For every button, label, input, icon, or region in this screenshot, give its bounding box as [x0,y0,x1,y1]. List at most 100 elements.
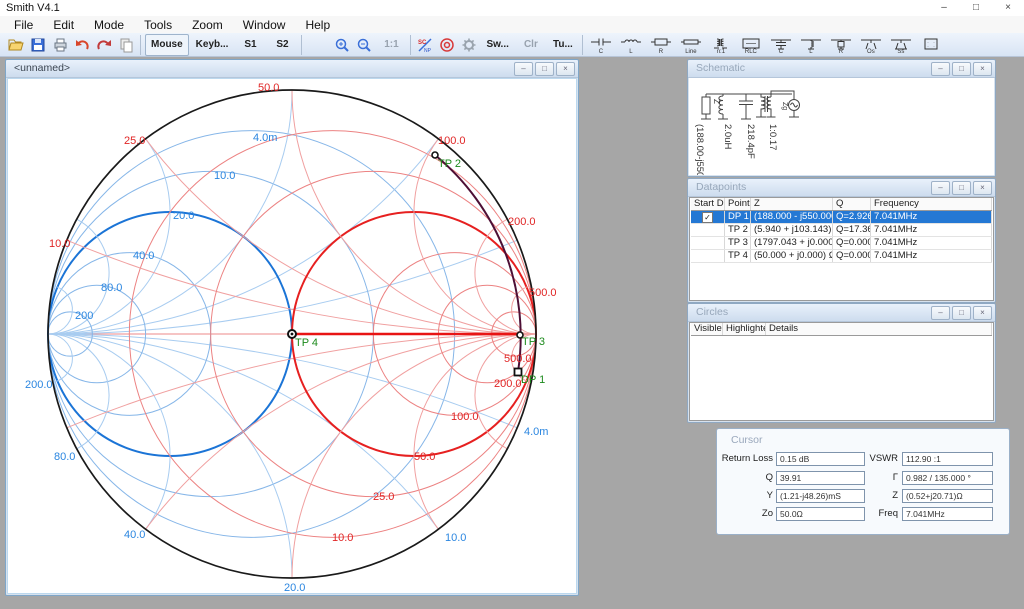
load-symbol[interactable] [702,97,710,114]
grid-label-imp: 25.0 [373,491,394,503]
menu-window[interactable]: Window [233,16,296,33]
datapoints-close-button[interactable]: × [973,181,992,195]
circles-minimize-button[interactable]: – [931,306,950,320]
copy-button[interactable] [116,35,136,55]
save-button[interactable] [28,35,48,55]
table-row[interactable]: TP 2(5.940 + j103.143) ΩQ=17.3657.041MHz [691,224,992,237]
zoom-out-button[interactable] [354,35,374,55]
minimize-button[interactable]: – [928,0,960,16]
grid-label-imp: 100.0 [438,135,466,147]
column-header-start-dp[interactable]: Start DP [691,198,725,210]
cursor-value-z[interactable]: (0.52+j20.71)Ω [902,489,993,503]
menu-tools[interactable]: Tools [134,16,182,33]
chart-window-titlebar[interactable]: <unnamed> –□× [6,60,578,78]
save-icon [30,37,47,53]
component-button-c[interactable]: C [589,34,613,56]
component-button-ss[interactable]: Ss [889,34,913,56]
cursor-value-q[interactable]: 39.91 [776,471,865,485]
cursor-label-y: Y [719,490,773,501]
zoom-out-icon [356,37,373,53]
start-dp-cell[interactable] [691,250,725,262]
start-dp-cell[interactable] [691,224,725,236]
print-button[interactable] [50,35,70,55]
shunt-capacitor-symbol[interactable] [739,94,753,119]
component-button-rlc[interactable]: RLC [739,34,763,56]
menu-zoom[interactable]: Zoom [182,16,233,33]
mode-button-mouse[interactable]: Mouse [145,34,189,56]
column-header-details[interactable]: Details [766,323,992,335]
component-button-c[interactable]: C [769,34,793,56]
cursor-value-zo[interactable]: 50.0Ω [776,507,865,521]
component-button-l[interactable]: L [799,34,823,56]
menu-mode[interactable]: Mode [84,16,134,33]
component-value-label: 2.0uH [722,124,733,149]
cell: Q=0.000 [833,250,871,262]
chart-window-title: <unnamed> [14,62,70,74]
circles-restore-button[interactable]: □ [952,306,971,320]
redo-button[interactable] [94,35,114,55]
schematic-titlebar[interactable]: Schematic –□× [688,60,995,78]
restore-button[interactable]: □ [960,0,992,16]
smith-mode-button[interactable]: SCNP [415,35,435,55]
cursor-value-freq[interactable]: 7.041MHz [902,507,993,521]
tool-button-tu[interactable]: Tu... [548,35,578,55]
undo-button[interactable] [72,35,92,55]
tool-button-sw[interactable]: Sw... [481,35,513,55]
column-header-point[interactable]: Point [725,198,751,210]
table-row[interactable]: ✓DP 1(188.000 - j550.000) ΩQ=2.9267.041M… [691,211,992,224]
datapoints-titlebar[interactable]: Datapoints –□× [688,179,995,197]
start-dp-cell[interactable]: ✓ [691,211,725,223]
datapoints-minimize-button[interactable]: – [931,181,950,195]
component-button-l[interactable]: L [619,34,643,56]
component-button-os[interactable]: Os [859,34,883,56]
start-dp-checkbox[interactable]: ✓ [702,212,713,223]
component-button-n:1[interactable]: n:1 [709,34,733,56]
component-value-label: Z [712,99,721,104]
schematic-restore-button[interactable]: □ [952,62,971,76]
mode-button-keyb[interactable]: Keyb... [191,35,234,55]
start-dp-cell[interactable] [691,237,725,249]
datapoints-restore-button[interactable]: □ [952,181,971,195]
zoom-in-button[interactable] [332,35,352,55]
zoom-1to1-button[interactable]: 1:1 [376,35,406,55]
grid-label-imp: 25.0 [124,135,145,147]
mode-button-s1[interactable]: S1 [235,35,265,55]
mode-button-s2[interactable]: S2 [267,35,297,55]
cursor-value-γ[interactable]: 0.982 / 135.000 ° [902,471,993,485]
component-button-line[interactable]: Line [679,34,703,56]
component-button-port[interactable] [919,34,943,56]
chart-window-close-button[interactable]: × [556,62,575,76]
menu-file[interactable]: File [4,16,43,33]
toolbar-separator [410,35,411,55]
cursor-value-y[interactable]: (1.21-j48.26)mS [776,489,865,503]
close-button[interactable]: × [992,0,1024,16]
column-header-q[interactable]: Q [833,198,871,210]
toolbar-separator [301,35,302,55]
component-button-r[interactable]: R [649,34,673,56]
tool-button-clr[interactable]: Clr [516,35,546,55]
smith-chart[interactable]: 10.025.050.0100.0200.0500.0500.0200.0100… [8,79,576,594]
schematic-minimize-button[interactable]: – [931,62,950,76]
grid-label-adm: 200.0 [25,379,53,391]
cursor-value-vswr[interactable]: 112.90 :1 [902,452,993,466]
column-header-visible[interactable]: Visible [691,323,723,335]
schematic-close-button[interactable]: × [973,62,992,76]
column-header-z[interactable]: Z [751,198,833,210]
menu-edit[interactable]: Edit [43,16,84,33]
circles-close-button[interactable]: × [973,306,992,320]
table-row[interactable]: TP 4(50.000 + j0.000) ΩQ=0.0007.041MHz [691,250,992,263]
grid-label-adm: 10.0 [445,532,466,544]
cursor-value-return-loss[interactable]: 0.15 dB [776,452,865,466]
component-button-r[interactable]: R [829,34,853,56]
chart-window-restore-button[interactable]: □ [535,62,554,76]
chart-window-minimize-button[interactable]: – [514,62,533,76]
gear-button[interactable] [459,35,479,55]
shunt-inductor-symbol[interactable] [718,94,728,119]
circles-titlebar[interactable]: Circles –□× [688,304,995,322]
target-button[interactable] [437,35,457,55]
table-row[interactable]: TP 3(1797.043 + j0.000) ΩQ=0.0007.041MHz [691,237,992,250]
open-button[interactable] [6,35,26,55]
column-header-frequency[interactable]: Frequency [871,198,992,210]
column-header-highlighted[interactable]: Highlighted [723,323,766,335]
menu-help[interactable]: Help [295,16,340,33]
